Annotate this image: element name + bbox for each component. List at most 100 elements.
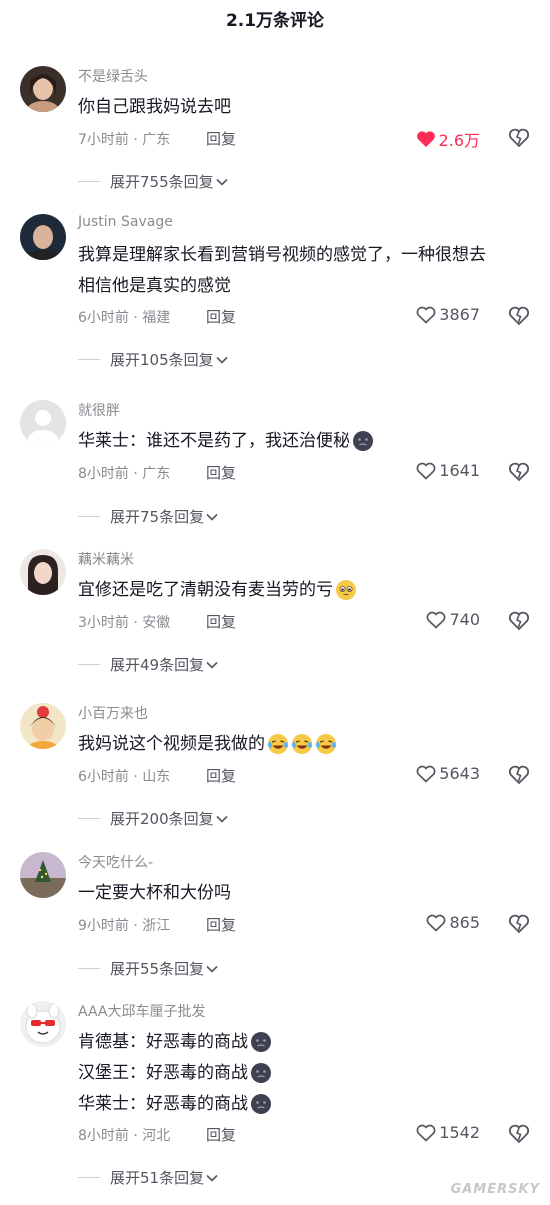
time-location: 8小时前 · 广东 <box>78 466 171 482</box>
comment-text-line: 汉堡王：好恶毒的商战 <box>78 1058 533 1089</box>
laughing-crying-emoji-icon <box>292 734 312 754</box>
laughing-crying-emoji-icon <box>316 734 336 754</box>
username[interactable]: 小百万来也 <box>78 703 148 723</box>
comment-text: 一定要大杯和大份吗 <box>78 878 533 909</box>
heart-outline-icon <box>416 765 436 783</box>
comment-text-line: 相信他是真实的感觉 <box>78 276 231 296</box>
expand-replies-button[interactable]: 展开55条回复 <box>78 958 218 979</box>
divider <box>78 516 100 517</box>
dislike-icon[interactable] <box>508 764 530 786</box>
cold-sweat-emoji-icon <box>353 431 373 451</box>
time-location: 6小时前 · 福建 <box>78 310 171 326</box>
watermark: GAMERSKY <box>450 1182 540 1197</box>
comment-count-title: 2.1万条评论 <box>225 11 325 31</box>
like-count: 1542 <box>439 1123 480 1142</box>
divider <box>78 664 100 665</box>
comment-text-line: 我妈说这个视频是我做的 <box>78 729 533 760</box>
like-count: 865 <box>449 913 480 932</box>
username[interactable]: 不是绿舌头 <box>78 66 148 86</box>
like-count: 5643 <box>439 764 480 783</box>
comment-text-line: 肯德基：好恶毒的商战 <box>78 1027 533 1058</box>
comment-text-line: 宜修还是吃了清朝没有麦当劳的亏 <box>78 575 533 606</box>
avatar[interactable] <box>20 1001 66 1047</box>
comment-text-line: 你自己跟我妈说去吧 <box>78 97 231 117</box>
username[interactable]: 就很胖 <box>78 400 120 420</box>
expand-replies-button[interactable]: 展开51条回复 <box>78 1167 218 1188</box>
avatar[interactable] <box>20 703 66 749</box>
comment-text: 我妈说这个视频是我做的 <box>78 729 533 760</box>
like-button[interactable]: 1542 <box>416 1123 480 1142</box>
username[interactable]: 藕米藕米 <box>78 549 134 569</box>
username[interactable]: Justin Savage <box>78 214 173 230</box>
chevron-down-icon <box>206 1174 218 1182</box>
comment-text: 华莱士：谁还不是药了，我还治便秘 <box>78 426 533 457</box>
comment-text-line: 我算是理解家长看到营销号视频的感觉了，一种很想去 <box>78 245 486 265</box>
cold-sweat-emoji-icon <box>251 1063 271 1083</box>
divider <box>78 181 100 182</box>
like-count: 740 <box>449 610 480 629</box>
reply-button[interactable]: 回复 <box>206 914 236 935</box>
dislike-icon[interactable] <box>508 461 530 483</box>
chevron-down-icon <box>216 815 228 823</box>
reply-button[interactable]: 回复 <box>206 1124 236 1145</box>
reply-button[interactable]: 回复 <box>206 306 236 327</box>
avatar[interactable] <box>20 549 66 595</box>
divider <box>78 1177 100 1178</box>
reply-button[interactable]: 回复 <box>206 765 236 786</box>
comment-text: 肯德基：好恶毒的商战 汉堡王：好恶毒的商战 华莱士：好恶毒的商战 <box>78 1027 533 1120</box>
like-count: 2.6万 <box>438 131 480 150</box>
avatar[interactable] <box>20 214 66 260</box>
comment-text-line: 华莱士：好恶毒的商战 <box>78 1089 533 1120</box>
comment-text-line: 一定要大杯和大份吗 <box>78 883 231 903</box>
expand-replies-button[interactable]: 展开75条回复 <box>78 506 218 527</box>
comment-text: 宜修还是吃了清朝没有麦当劳的亏 <box>78 575 533 606</box>
dislike-icon[interactable] <box>508 913 530 935</box>
heart-filled-icon <box>416 131 435 147</box>
laughing-crying-emoji-icon <box>268 734 288 754</box>
like-button[interactable]: 2.6万 <box>416 127 480 151</box>
reply-button[interactable]: 回复 <box>206 611 236 632</box>
username[interactable]: AAA大邱车厘子批发 <box>78 1001 206 1021</box>
dislike-icon[interactable] <box>508 127 530 149</box>
reply-button[interactable]: 回复 <box>206 128 236 149</box>
pleading-emoji-icon <box>336 580 356 600</box>
avatar[interactable] <box>20 66 66 112</box>
comment-text: 你自己跟我妈说去吧 <box>78 92 533 123</box>
like-button[interactable]: 3867 <box>416 305 480 324</box>
like-button[interactable]: 5643 <box>416 764 480 783</box>
heart-outline-icon <box>427 914 446 932</box>
like-count: 1641 <box>439 461 480 480</box>
time-location: 8小时前 · 河北 <box>78 1128 171 1144</box>
time-location: 3小时前 · 安徽 <box>78 615 171 631</box>
expand-replies-button[interactable]: 展开49条回复 <box>78 654 218 675</box>
divider <box>78 968 100 969</box>
avatar[interactable] <box>20 852 66 898</box>
time-location: 9小时前 · 浙江 <box>78 918 171 934</box>
expand-replies-button[interactable]: 展开755条回复 <box>78 171 228 192</box>
heart-outline-icon <box>427 611 446 629</box>
chevron-down-icon <box>206 661 218 669</box>
username[interactable]: 今天吃什么- <box>78 852 153 872</box>
dislike-icon[interactable] <box>508 305 530 327</box>
expand-replies-button[interactable]: 展开105条回复 <box>78 349 228 370</box>
time-location: 7小时前 · 广东 <box>78 132 171 148</box>
expand-replies-button[interactable]: 展开200条回复 <box>78 808 228 829</box>
cold-sweat-emoji-icon <box>251 1032 271 1052</box>
time-location: 6小时前 · 山东 <box>78 769 171 785</box>
reply-button[interactable]: 回复 <box>206 462 236 483</box>
like-button[interactable]: 865 <box>426 913 480 932</box>
dislike-icon[interactable] <box>508 1123 530 1145</box>
comment-text-line: 华莱士：谁还不是药了，我还治便秘 <box>78 426 533 457</box>
dislike-icon[interactable] <box>508 610 530 632</box>
chevron-down-icon <box>216 178 228 186</box>
like-count: 3867 <box>439 305 480 324</box>
chevron-down-icon <box>206 513 218 521</box>
comment-text: 我算是理解家长看到营销号视频的感觉了，一种很想去 相信他是真实的感觉 <box>78 240 533 302</box>
avatar[interactable] <box>20 400 66 446</box>
comments-header: 2.1万条评论 <box>0 0 550 40</box>
cold-sweat-emoji-icon <box>251 1094 271 1114</box>
like-button[interactable]: 740 <box>426 610 480 629</box>
like-button[interactable]: 1641 <box>416 461 480 480</box>
divider <box>78 359 100 360</box>
heart-outline-icon <box>416 462 436 480</box>
